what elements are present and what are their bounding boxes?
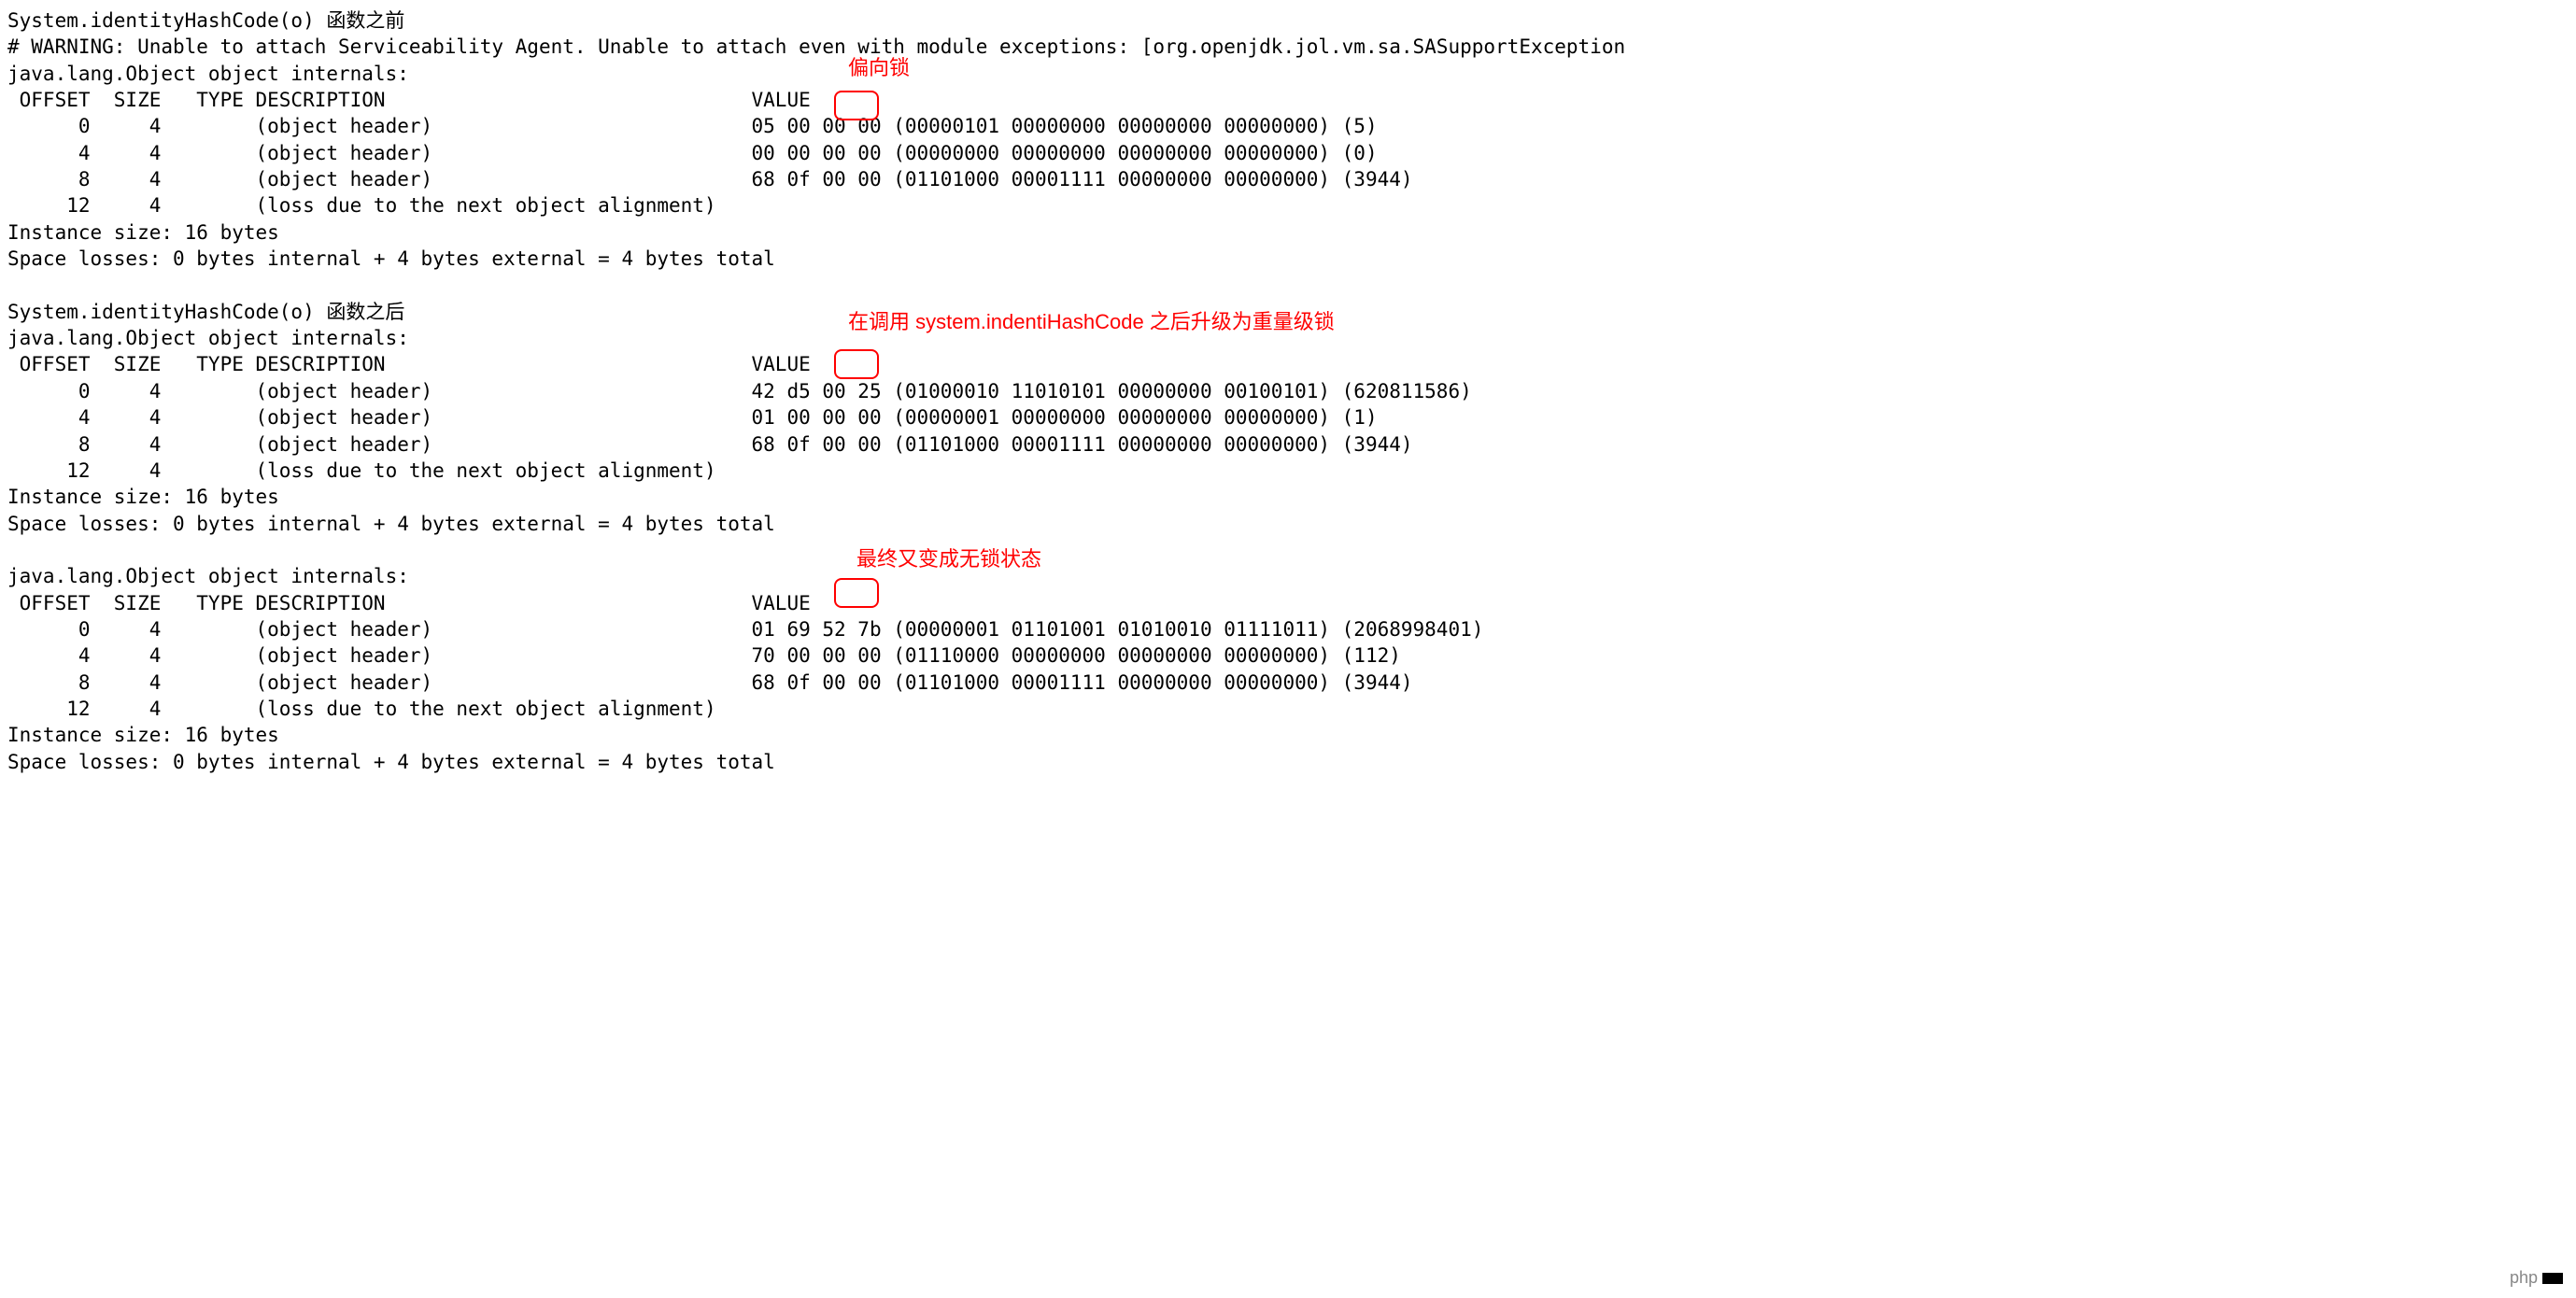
watermark-icon xyxy=(2542,1273,2563,1284)
block1-header: OFFSET SIZE TYPE DESCRIPTION VALUE xyxy=(7,87,2569,113)
block2-losses: Space losses: 0 bytes internal + 4 bytes… xyxy=(7,511,2569,537)
table-row: 4 4 (object header) 70 00 00 00 (0111000… xyxy=(7,642,2569,669)
table-row: 0 4 (object header) 42 d5 00 25 (0100001… xyxy=(7,378,2569,404)
watermark: php xyxy=(2510,1266,2563,1289)
block1-size: Instance size: 16 bytes xyxy=(7,219,2569,246)
table-row: 12 4 (loss due to the next object alignm… xyxy=(7,192,2569,219)
highlight-box-2 xyxy=(834,349,879,379)
block3-size: Instance size: 16 bytes xyxy=(7,722,2569,748)
block1-title: System.identityHashCode(o) 函数之前 xyxy=(7,7,2569,34)
annotation-no-lock: 最终又变成无锁状态 xyxy=(856,545,1041,573)
block1-warning: # WARNING: Unable to attach Serviceabili… xyxy=(7,34,2569,60)
blank-line xyxy=(7,537,2569,563)
block1-internals: java.lang.Object object internals: xyxy=(7,61,2569,87)
watermark-text: php xyxy=(2510,1268,2538,1287)
table-row: 8 4 (object header) 68 0f 00 00 (0110100… xyxy=(7,670,2569,696)
table-row: 12 4 (loss due to the next object alignm… xyxy=(7,458,2569,484)
highlight-box-3 xyxy=(834,578,879,608)
table-row: 12 4 (loss due to the next object alignm… xyxy=(7,696,2569,722)
block3-header: OFFSET SIZE TYPE DESCRIPTION VALUE xyxy=(7,590,2569,616)
highlight-box-1 xyxy=(834,91,879,120)
block2-header: OFFSET SIZE TYPE DESCRIPTION VALUE xyxy=(7,351,2569,377)
blank-line xyxy=(7,272,2569,298)
table-row: 0 4 (object header) 01 69 52 7b (0000000… xyxy=(7,616,2569,642)
annotation-biased-lock: 偏向锁 xyxy=(848,54,910,82)
table-row: 0 4 (object header) 05 00 00 00 (0000010… xyxy=(7,113,2569,139)
table-row: 8 4 (object header) 68 0f 00 00 (0110100… xyxy=(7,166,2569,192)
block3-losses: Space losses: 0 bytes internal + 4 bytes… xyxy=(7,749,2569,775)
block1-losses: Space losses: 0 bytes internal + 4 bytes… xyxy=(7,246,2569,272)
block3-internals: java.lang.Object object internals: xyxy=(7,563,2569,589)
table-row: 4 4 (object header) 01 00 00 00 (0000000… xyxy=(7,404,2569,430)
table-row: 8 4 (object header) 68 0f 00 00 (0110100… xyxy=(7,431,2569,458)
annotation-heavy-lock: 在调用 system.indentiHashCode 之后升级为重量级锁 xyxy=(848,308,1335,336)
block2-size: Instance size: 16 bytes xyxy=(7,484,2569,510)
table-row: 4 4 (object header) 00 00 00 00 (0000000… xyxy=(7,140,2569,166)
